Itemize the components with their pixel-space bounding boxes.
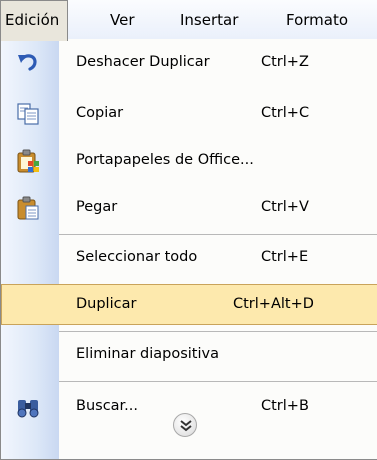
menu-item-label: Portapapeles de Office... (76, 152, 254, 168)
menu-insertar[interactable]: Insertar (180, 0, 238, 40)
menu-separator (59, 331, 377, 332)
menu-item-shortcut: Ctrl+B (261, 398, 309, 414)
paste-icon (15, 195, 41, 221)
menu-item-delete-slide[interactable]: Eliminar diapositiva (1, 334, 377, 375)
menu-item-shortcut: Ctrl+Z (261, 54, 309, 70)
menu-item-label: Pegar (76, 199, 118, 215)
menu-item-duplicate[interactable]: Duplicar Ctrl+Alt+D (1, 284, 377, 325)
menu-formato[interactable]: Formato (286, 0, 348, 40)
expand-menu-button[interactable] (173, 413, 197, 437)
menu-item-paste[interactable]: Pegar Ctrl+V (1, 187, 377, 228)
menu-item-shortcut: Ctrl+Alt+D (233, 296, 314, 312)
office-clipboard-icon (15, 148, 41, 174)
menu-ver[interactable]: Ver (110, 0, 135, 40)
menu-item-select-all[interactable]: Seleccionar todo Ctrl+E (1, 237, 377, 278)
menu-separator (59, 234, 377, 235)
menu-item-label: Deshacer Duplicar (76, 54, 210, 70)
menu-item-shortcut: Ctrl+V (261, 199, 309, 215)
edit-dropdown-menu: Deshacer Duplicar Ctrl+Z Copiar Ctrl+C P… (0, 39, 377, 460)
menu-separator (59, 381, 377, 382)
menu-item-label: Seleccionar todo (76, 249, 198, 265)
binoculars-icon (15, 394, 41, 420)
undo-icon (15, 50, 41, 76)
menu-item-copy[interactable]: Copiar Ctrl+C (1, 93, 377, 134)
menu-item-label: Eliminar diapositiva (76, 346, 219, 362)
chevron-double-down-icon (180, 420, 192, 432)
copy-icon (15, 101, 41, 127)
menu-item-office-clipboard[interactable]: Portapapeles de Office... (1, 140, 377, 181)
menu-item-label: Copiar (76, 105, 124, 121)
menu-item-undo[interactable]: Deshacer Duplicar Ctrl+Z (1, 42, 377, 83)
menu-edicion[interactable]: Edición (0, 0, 69, 41)
menu-item-label: Buscar... (76, 398, 139, 414)
menu-item-shortcut: Ctrl+C (261, 105, 310, 121)
menu-item-label: Duplicar (76, 296, 137, 312)
menu-bar: Edición Ver Insertar Formato (0, 0, 377, 41)
menu-item-shortcut: Ctrl+E (261, 249, 309, 265)
